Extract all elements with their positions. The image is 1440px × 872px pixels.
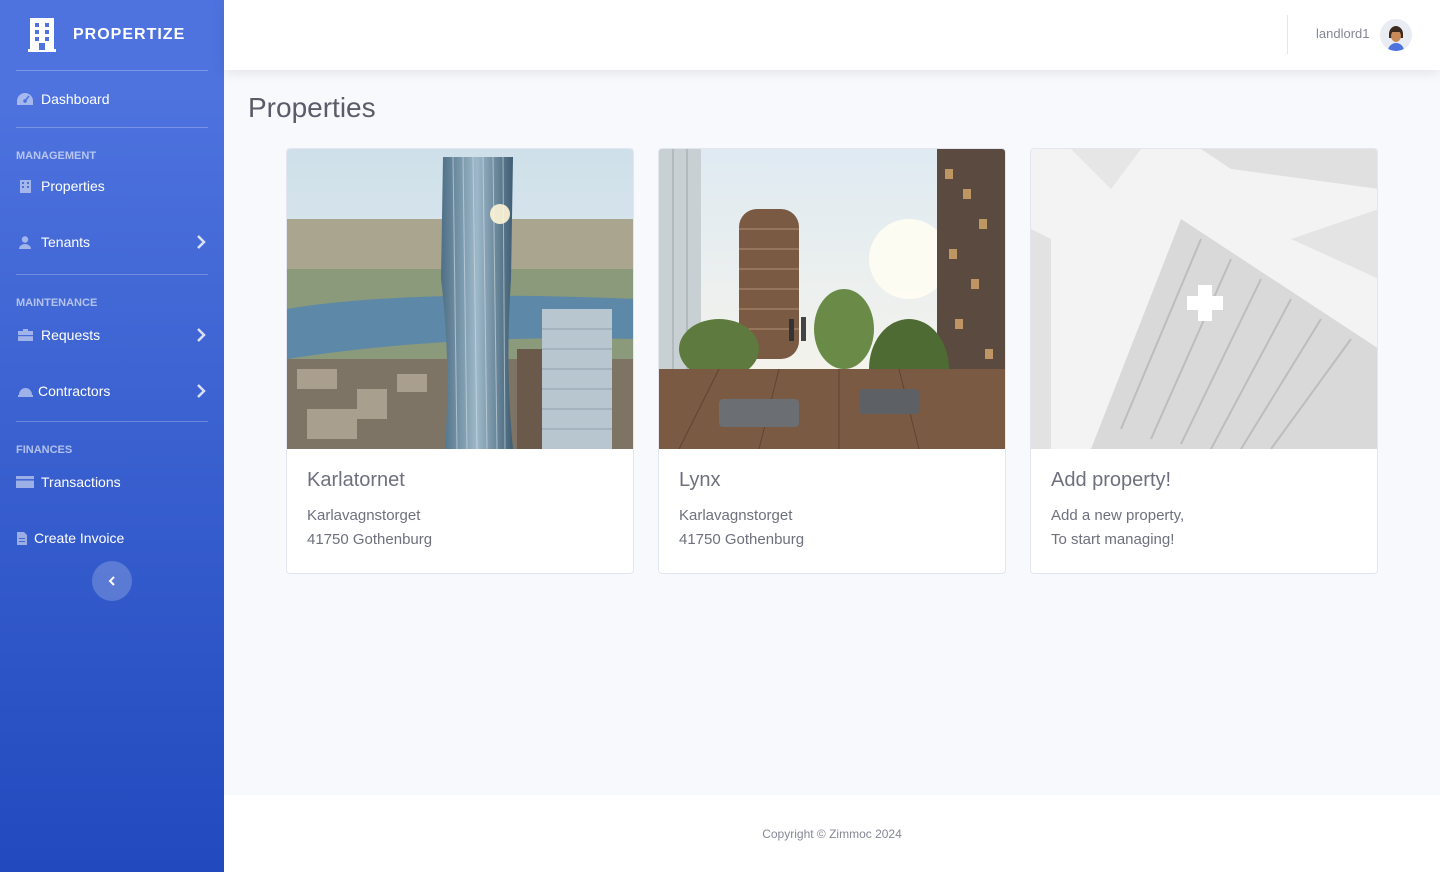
hard-hat-icon: [16, 384, 34, 398]
building-icon: [16, 179, 34, 193]
property-street: Karlavagnstorget: [679, 507, 793, 524]
money-bill-icon: [16, 475, 34, 489]
sidebar-divider: [16, 127, 208, 128]
property-image: [287, 149, 633, 449]
sidebar-item-label: Dashboard: [41, 91, 110, 107]
property-card[interactable]: Karlatornet Karlavagnstorget 41750 Gothe…: [286, 148, 634, 574]
brand-name: PROPERTIZE: [73, 26, 186, 43]
property-street: Karlavagnstorget: [307, 507, 421, 524]
user-icon: [16, 235, 34, 249]
tachometer-icon: [16, 92, 34, 106]
sidebar-item-label: Transactions: [41, 474, 121, 490]
topbar: landlord1: [224, 0, 1440, 70]
sidebar-item-tenants[interactable]: Tenants: [0, 210, 224, 274]
sidebar-item-requests[interactable]: Requests: [0, 309, 224, 361]
sidebar-heading-finances: FINANCES: [16, 444, 73, 456]
sidebar-item-label: Tenants: [41, 234, 91, 250]
add-property-card[interactable]: Add property! Add a new property, To sta…: [1030, 148, 1378, 574]
sidebar-heading-management: MANAGEMENT: [16, 150, 97, 162]
file-invoice-icon: [16, 531, 27, 545]
sidebar-item-create-invoice[interactable]: Create Invoice: [0, 508, 224, 568]
sidebar-item-transactions[interactable]: Transactions: [0, 456, 224, 508]
property-image: [659, 149, 1005, 449]
property-name: Lynx: [679, 469, 721, 491]
sidebar: PROPERTIZE Dashboard MANAGEMENT Properti…: [0, 0, 224, 872]
property-city: 41750 Gothenburg: [307, 531, 433, 548]
copyright-text: Copyright © Zimmoc 2024: [762, 826, 902, 841]
toolbox-icon: [16, 328, 34, 342]
add-property-image: [1031, 149, 1377, 449]
chevron-right-icon: [197, 328, 206, 342]
add-property-title: Add property!: [1051, 469, 1172, 491]
sidebar-heading-maintenance: MAINTENANCE: [16, 297, 98, 309]
sidebar-item-contractors[interactable]: Contractors: [0, 361, 224, 421]
sidebar-item-label: Properties: [41, 178, 105, 194]
property-card[interactable]: Lynx Karlavagnstorget 41750 Gothenburg: [658, 148, 1006, 574]
add-property-line: To start managing!: [1051, 531, 1175, 548]
property-city: 41750 Gothenburg: [679, 531, 805, 548]
avatar[interactable]: [1380, 19, 1412, 51]
chevron-right-icon: [197, 384, 206, 398]
user-name[interactable]: landlord1: [1316, 26, 1370, 41]
brand-link[interactable]: PROPERTIZE: [0, 0, 224, 70]
property-name: Karlatornet: [307, 469, 405, 491]
sidebar-item-properties[interactable]: Properties: [0, 162, 224, 210]
sidebar-item-label: Contractors: [38, 383, 111, 399]
sidebar-divider: [16, 274, 208, 275]
sidebar-toggle-button[interactable]: [92, 561, 132, 601]
chevron-right-icon: [197, 235, 206, 249]
footer: Copyright © Zimmoc 2024: [224, 795, 1440, 872]
sidebar-item-label: Create Invoice: [34, 530, 125, 546]
chevron-left-icon: [108, 576, 115, 586]
add-property-line: Add a new property,: [1051, 507, 1185, 524]
sidebar-item-dashboard[interactable]: Dashboard: [0, 71, 224, 127]
building-icon: [28, 18, 56, 52]
sidebar-item-label: Requests: [41, 327, 101, 343]
page-title: Properties: [248, 92, 376, 123]
sidebar-divider: [16, 421, 208, 422]
topbar-divider: [1287, 15, 1288, 54]
